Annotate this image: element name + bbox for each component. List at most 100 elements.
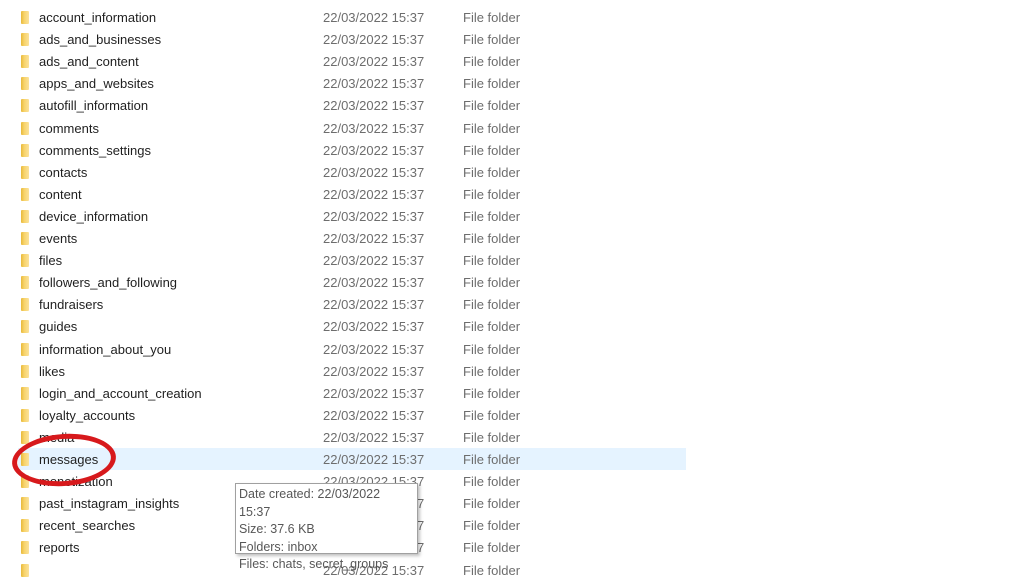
date-modified: 22/03/2022 15:37 [323,319,425,335]
folder-row[interactable]: media 22/03/2022 15:37 File folder [18,426,686,448]
item-type: File folder [463,208,521,224]
date-modified: 22/03/2022 15:37 [323,363,425,379]
folder-name: apps_and_websites [39,76,154,92]
item-type: File folder [463,407,521,423]
folder-name: past_instagram_insights [39,496,180,512]
folder-icon [21,298,29,312]
folder-name: contacts [39,164,88,180]
date-modified: 22/03/2022 15:37 [323,297,425,313]
date-modified: 22/03/2022 15:37 [323,32,425,48]
item-type: File folder [463,231,521,246]
folder-icon [21,364,29,378]
folder-row[interactable]: contacts 22/03/2022 15:37 File folder [18,161,686,183]
folder-row[interactable]: events 22/03/2022 15:37 File folder [18,227,686,249]
item-type: File folder [463,54,521,70]
item-type: File folder [463,518,521,534]
item-type: File folder [463,164,521,180]
folder-icon [21,408,29,422]
folder-icon [21,187,29,201]
folder-name: comments_settings [39,142,151,158]
folder-icon [21,320,29,334]
folder-name: loyalty_accounts [39,407,136,423]
folder-row[interactable]: comments 22/03/2022 15:37 File folder [18,117,686,139]
date-modified: 22/03/2022 15:37 [323,120,425,136]
folder-name: autofill_information [39,98,149,114]
item-type: File folder [463,253,521,269]
folder-icon [21,342,29,356]
folder-row[interactable]: device_information 22/03/2022 15:37 File f… [18,205,686,227]
folder-row[interactable]: guides 22/03/2022 15:37 File folder [18,315,686,337]
folder-icon [21,519,29,533]
folder-name: guides [39,319,78,335]
folder-row[interactable]: followers_and_following 22/03/2022 15:37 F… [18,271,686,293]
folder-row[interactable]: messages 22/03/2022 15:37 File folder [18,448,686,470]
item-type: File folder [463,562,521,578]
date-modified: 22/03/2022 15:37 [323,164,425,180]
item-type: File folder [463,186,521,202]
date-modified: 22/03/2022 15:37 [323,429,425,445]
item-type: File folder [463,452,521,467]
date-modified: 22/03/2022 15:37 [323,385,425,401]
folder-row[interactable]: files 22/03/2022 15:37 File folder [18,249,686,271]
folder-icon [21,497,29,511]
tooltip-size: Size: 37.6 KB [239,522,315,536]
folder-name: reports [39,540,80,556]
date-modified: 22/03/2022 15:37 [323,186,425,202]
item-type: File folder [463,297,521,313]
folder-name: events [39,231,78,246]
item-type: File folder [463,429,521,445]
folder-icon [21,541,29,555]
folder-name: content [39,186,82,202]
folder-icon [21,11,29,24]
date-modified: 22/03/2022 15:37 [323,231,425,246]
folder-row[interactable]: login_and_account_creation 22/03/2022 15:… [18,382,686,404]
folder-name: device_information [39,208,149,224]
item-type: File folder [463,319,521,335]
item-type: File folder [463,496,521,512]
date-modified: 22/03/2022 15:37 [323,54,425,70]
item-type: File folder [463,341,521,357]
folder-icon [21,99,29,113]
folder-row[interactable]: apps_and_websites 22/03/2022 15:37 File fo… [18,72,686,94]
folder-name: followers_and_following [39,275,178,291]
folder-name: recent_searches [39,518,136,534]
item-type: File folder [463,76,521,92]
folder-name: fundraisers [39,297,104,313]
date-modified: 22/03/2022 15:37 [323,142,425,158]
folder-row[interactable]: fundraisers 22/03/2022 15:37 File folder [18,293,686,315]
folder-icon [21,232,29,245]
folder-icon [21,209,29,223]
folder-name: information_about_you [39,341,172,357]
date-modified: 22/03/2022 15:37 [323,10,425,25]
folder-icon [21,143,29,157]
folder-name: account_information [39,10,157,25]
date-modified: 22/03/2022 15:37 [323,98,425,114]
folder-icon [21,121,29,135]
folder-name: ads_and_content [39,54,139,70]
folder-icon [21,254,29,268]
date-modified: 22/03/2022 15:37 [323,407,425,423]
tooltip-date-created: Date created: 22/03/2022 15:37 [239,487,381,519]
folder-row[interactable]: comments_settings 22/03/2022 15:37 File fo… [18,139,686,161]
date-modified: 22/03/2022 15:37 [323,208,425,224]
item-type: File folder [463,10,521,25]
item-type: File folder [463,98,521,114]
tooltip-files: Files: chats, secret_groups [239,557,389,571]
item-type: File folder [463,142,521,158]
folder-icon [21,276,29,290]
folder-name: ads_and_businesses [39,32,162,48]
folder-icon [21,386,29,400]
folder-row[interactable]: ads_and_businesses 22/03/2022 15:37 File f… [18,28,686,50]
folder-row[interactable]: content 22/03/2022 15:37 File folder [18,183,686,205]
folder-row[interactable]: information_about_you 22/03/2022 15:37 Fil… [18,338,686,360]
folder-row[interactable]: account_information 22/03/2022 15:37 File … [18,6,686,28]
folder-name: files [39,253,63,269]
date-modified: 22/03/2022 15:37 [323,275,425,291]
folder-name: login_and_account_creation [39,385,202,401]
folder-row[interactable]: autofill_information 22/03/2022 15:37 File… [18,94,686,116]
item-type: File folder [463,540,521,556]
folder-row[interactable]: loyalty_accounts 22/03/2022 15:37 File fol… [18,404,686,426]
date-modified: 22/03/2022 15:37 [323,452,425,467]
folder-row[interactable]: likes 22/03/2022 15:37 File folder [18,360,686,382]
folder-row[interactable]: ads_and_content 22/03/2022 15:37 File fold… [18,50,686,72]
